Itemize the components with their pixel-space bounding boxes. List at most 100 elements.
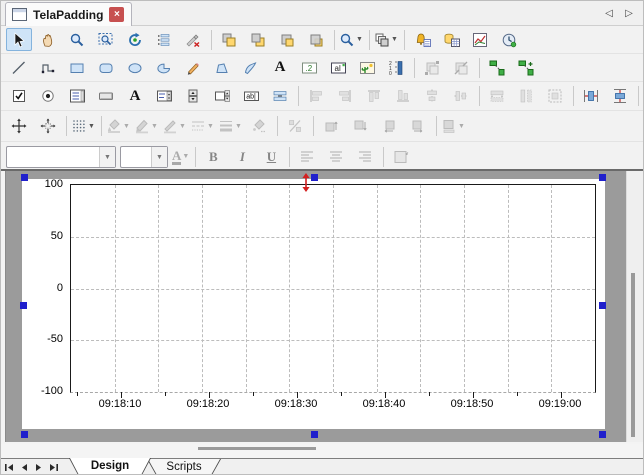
align-text-center-button[interactable] <box>323 146 349 169</box>
last-tab-button[interactable] <box>46 460 61 475</box>
combo-arrow-icon[interactable]: ▼ <box>99 147 115 167</box>
vertical-scrollbar-thumb[interactable] <box>631 273 635 437</box>
font-size-combo[interactable]: ▼ <box>120 146 168 168</box>
center-horizontal-window-button[interactable] <box>578 85 604 108</box>
listbox-tool-button[interactable] <box>64 85 90 108</box>
italic-button[interactable]: I <box>229 146 255 169</box>
text-frame-button[interactable] <box>388 146 414 169</box>
tab-scripts[interactable]: Scripts <box>147 459 221 475</box>
group-button[interactable] <box>419 56 445 79</box>
move-tool-button[interactable] <box>6 115 32 138</box>
brush-color-menu-button[interactable]: ▼ <box>134 118 159 134</box>
pan-tool-button[interactable] <box>35 28 61 51</box>
tab-scroll-right-button[interactable]: ▷ <box>621 6 637 21</box>
refresh-button[interactable] <box>122 28 148 51</box>
align-top-button[interactable] <box>361 85 387 108</box>
arrange-menu-button[interactable]: ▼ <box>441 118 466 134</box>
close-tab-button[interactable]: × <box>109 7 124 22</box>
font-color-menu-button[interactable]: A ▼ <box>172 149 190 166</box>
tab-scroll-left-button[interactable]: ◁ <box>601 6 617 21</box>
size-right-button[interactable] <box>405 115 431 138</box>
zoom-region-tool-button[interactable] <box>93 28 119 51</box>
edit-points-button[interactable] <box>180 28 206 51</box>
line-tool-button[interactable] <box>6 56 32 79</box>
selection-handle[interactable] <box>599 174 606 181</box>
horizontal-scrollbar-thumb[interactable] <box>198 447 316 450</box>
selection-handle[interactable] <box>20 302 27 309</box>
polyline-tool-button[interactable] <box>35 56 61 79</box>
line-color-menu-button[interactable]: ▼ <box>162 118 187 134</box>
line-style-menu-button[interactable]: ▼ <box>190 118 215 134</box>
size-down-button[interactable] <box>347 115 373 138</box>
rectangle-tool-button[interactable] <box>64 56 90 79</box>
zoom-tool-button[interactable] <box>64 28 90 51</box>
selection-handle[interactable] <box>21 431 28 438</box>
fill-color-menu-button[interactable]: ▼ <box>106 118 131 134</box>
size-left-button[interactable] <box>376 115 402 138</box>
ellipse-tool-button[interactable] <box>122 56 148 79</box>
select-tool-button[interactable] <box>6 28 32 51</box>
first-tab-button[interactable] <box>1 460 16 475</box>
insert-query-button[interactable] <box>438 28 464 51</box>
align-right-button[interactable] <box>332 85 358 108</box>
checkbox-tool-button[interactable] <box>6 85 32 108</box>
percent-button[interactable] <box>282 115 308 138</box>
bring-forward-button[interactable] <box>274 28 300 51</box>
text-tool-button[interactable]: A <box>267 56 293 79</box>
scale-tool-button[interactable]: 210 <box>383 56 409 79</box>
picture-tool-button[interactable] <box>354 56 380 79</box>
freehand-tool-button[interactable] <box>180 56 206 79</box>
curve-tool-button[interactable] <box>238 56 264 79</box>
spinner-tool-button[interactable] <box>180 85 206 108</box>
send-to-back-button[interactable] <box>245 28 271 51</box>
align-left-button[interactable] <box>303 85 329 108</box>
insert-datalogger-button[interactable] <box>496 28 522 51</box>
combo-arrow-icon[interactable]: ▼ <box>151 147 167 167</box>
ungroup-button[interactable] <box>448 56 474 79</box>
zoom-menu-button[interactable]: ▼ <box>339 32 364 48</box>
insert-e3chart-button[interactable] <box>467 28 493 51</box>
selection-handle[interactable] <box>21 174 28 181</box>
size-up-button[interactable] <box>318 115 344 138</box>
combobox-tool-button[interactable] <box>151 85 177 108</box>
same-width-button[interactable] <box>484 85 510 108</box>
previous-tab-button[interactable] <box>16 460 31 475</box>
font-name-combo[interactable]: ▼ <box>6 146 116 168</box>
rounded-rectangle-tool-button[interactable] <box>93 56 119 79</box>
updown-tool-button[interactable] <box>209 85 235 108</box>
background-fill-button[interactable] <box>246 115 272 138</box>
splitter-tool-button[interactable] <box>267 85 293 108</box>
align-center-horizontal-button[interactable] <box>448 85 474 108</box>
tab-telapadding[interactable]: TelaPadding × <box>5 2 132 26</box>
tab-order-button[interactable] <box>151 28 177 51</box>
label-tool-button[interactable]: A <box>122 85 148 108</box>
send-backward-button[interactable] <box>303 28 329 51</box>
textbox-tool-button[interactable]: ab| <box>238 85 264 108</box>
same-size-button[interactable] <box>542 85 568 108</box>
insert-alarm-button[interactable] <box>409 28 435 51</box>
selection-handle[interactable] <box>599 302 606 309</box>
selection-handle[interactable] <box>599 431 606 438</box>
button-tool-button[interactable] <box>93 85 119 108</box>
digital-display-tool-button[interactable]: .2 <box>296 56 322 79</box>
center-vertical-window-button[interactable] <box>607 85 633 108</box>
link-tag-add-button[interactable] <box>513 56 539 79</box>
text-display-tool-button[interactable]: al <box>325 56 351 79</box>
tab-design[interactable]: Design <box>69 458 151 475</box>
polygon-tool-button[interactable] <box>209 56 235 79</box>
bold-button[interactable]: B <box>200 146 226 169</box>
arc-tool-button[interactable] <box>151 56 177 79</box>
selection-handle[interactable] <box>311 174 318 181</box>
line-width-menu-button[interactable]: ▼ <box>218 118 243 134</box>
e3chart-object[interactable]: 100500-50-100 09:18:1009:18:2009:18:3009… <box>22 179 605 429</box>
selection-handle[interactable] <box>311 431 318 438</box>
radio-tool-button[interactable] <box>35 85 61 108</box>
layers-menu-button[interactable]: ▼ <box>374 32 399 48</box>
grid-menu-button[interactable]: ▼ <box>71 118 96 134</box>
align-bottom-button[interactable] <box>390 85 416 108</box>
underline-button[interactable]: U <box>258 146 284 169</box>
next-tab-button[interactable] <box>31 460 46 475</box>
align-text-right-button[interactable] <box>352 146 378 169</box>
bring-to-front-button[interactable] <box>216 28 242 51</box>
align-text-left-button[interactable] <box>294 146 320 169</box>
